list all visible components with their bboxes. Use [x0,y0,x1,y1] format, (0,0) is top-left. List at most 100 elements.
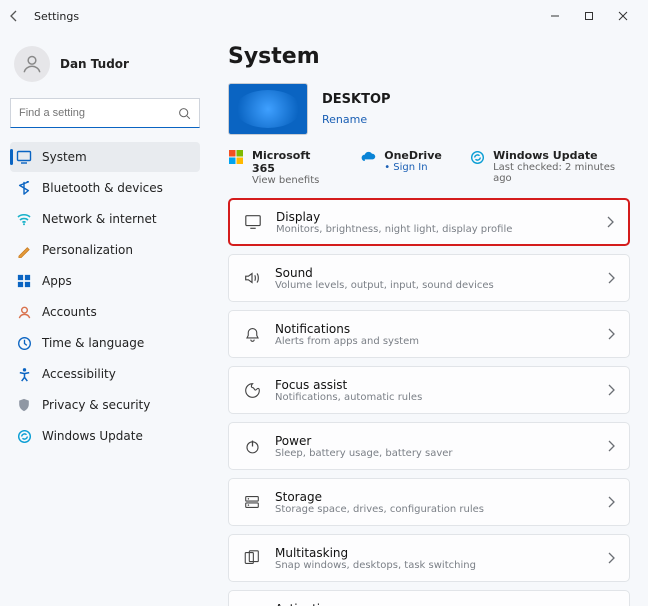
quick-sub: View benefits [252,175,332,186]
sidebar-item-privacy[interactable]: Privacy & security [10,390,200,420]
user-name: Dan Tudor [60,57,129,71]
quick-m365[interactable]: Microsoft 365View benefits [228,149,332,186]
search-icon [178,107,191,120]
settings-item-multitasking[interactable]: MultitaskingSnap windows, desktops, task… [228,534,630,582]
titlebar: Settings [0,0,648,32]
quick-title: Microsoft 365 [252,149,332,175]
settings-item-sound[interactable]: SoundVolume levels, output, input, sound… [228,254,630,302]
item-title: Multitasking [275,546,593,560]
search-box[interactable] [10,98,200,128]
storage-icon [243,493,261,511]
quick-title: OneDrive [384,149,442,162]
chevron-right-icon [607,272,615,284]
focus-icon [243,381,261,399]
update-icon [470,149,485,165]
window-title: Settings [34,10,79,23]
settings-list: DisplayMonitors, brightness, night light… [228,198,630,606]
sidebar-item-apps[interactable]: Apps [10,266,200,296]
sidebar-item-label: System [42,150,87,164]
sidebar-item-update[interactable]: Windows Update [10,421,200,451]
chevron-right-icon [607,384,615,396]
sidebar-item-accounts[interactable]: Accounts [10,297,200,327]
item-desc: Volume levels, output, input, sound devi… [275,280,593,291]
privacy-icon [16,397,32,413]
back-button[interactable] [8,10,34,22]
sidebar-item-personalization[interactable]: Personalization [10,235,200,265]
sidebar-item-label: Time & language [42,336,144,350]
sound-icon [243,269,261,287]
bluetooth-icon [16,180,32,196]
item-title: Notifications [275,322,593,336]
display-icon [244,213,262,231]
personalization-icon [16,242,32,258]
item-title: Display [276,210,592,224]
sidebar-item-label: Apps [42,274,72,288]
quick-update[interactable]: Windows UpdateLast checked: 2 minutes ag… [470,149,630,186]
page-title: System [228,44,630,69]
nav: System Bluetooth & devices Network & inter… [10,142,200,451]
settings-item-focus[interactable]: Focus assistNotifications, automatic rul… [228,366,630,414]
sidebar-item-network[interactable]: Network & internet [10,204,200,234]
sidebar: Dan Tudor System Bluetooth & devices Netwo… [0,32,210,606]
item-title: Storage [275,490,593,504]
device-name: DESKTOP [322,92,391,107]
chevron-right-icon [607,440,615,452]
sidebar-item-system[interactable]: System [10,142,200,172]
sidebar-item-time[interactable]: Time & language [10,328,200,358]
notifications-icon [243,325,261,343]
sidebar-item-label: Personalization [42,243,133,257]
user-block[interactable]: Dan Tudor [10,40,200,98]
device-hero: DESKTOP Rename [228,83,630,135]
network-icon [16,211,32,227]
item-title: Activation [275,602,593,606]
sidebar-item-label: Network & internet [42,212,157,226]
settings-item-power[interactable]: PowerSleep, battery usage, battery saver [228,422,630,470]
quick-row: Microsoft 365View benefits OneDrive• Sign… [228,149,630,186]
sidebar-item-label: Accessibility [42,367,116,381]
avatar [14,46,50,82]
chevron-right-icon [606,216,614,228]
sidebar-item-label: Privacy & security [42,398,150,412]
m365-icon [228,149,244,165]
sidebar-item-label: Accounts [42,305,97,319]
chevron-right-icon [607,496,615,508]
item-title: Power [275,434,593,448]
time-icon [16,335,32,351]
sidebar-item-label: Bluetooth & devices [42,181,163,195]
accounts-icon [16,304,32,320]
quick-sub[interactable]: • Sign In [384,162,442,173]
item-desc: Sleep, battery usage, battery saver [275,448,593,459]
item-desc: Storage space, drives, configuration rul… [275,504,593,515]
desktop-thumbnail[interactable] [228,83,308,135]
sidebar-item-bluetooth[interactable]: Bluetooth & devices [10,173,200,203]
item-desc: Snap windows, desktops, task switching [275,560,593,571]
chevron-right-icon [607,328,615,340]
multitasking-icon [243,549,261,567]
quick-sub: Last checked: 2 minutes ago [493,162,630,184]
maximize-button[interactable] [572,2,606,30]
quick-onedrive[interactable]: OneDrive• Sign In [360,149,442,186]
item-desc: Monitors, brightness, night light, displ… [276,224,592,235]
settings-item-display[interactable]: DisplayMonitors, brightness, night light… [228,198,630,246]
item-title: Sound [275,266,593,280]
main: System DESKTOP Rename Microsoft 365View … [210,32,648,606]
search-input[interactable] [19,107,178,119]
close-button[interactable] [606,2,640,30]
sidebar-item-label: Windows Update [42,429,143,443]
settings-item-notifications[interactable]: NotificationsAlerts from apps and system [228,310,630,358]
power-icon [243,437,261,455]
apps-icon [16,273,32,289]
update-icon [16,428,32,444]
item-desc: Notifications, automatic rules [275,392,593,403]
quick-title: Windows Update [493,149,630,162]
settings-item-storage[interactable]: StorageStorage space, drives, configurat… [228,478,630,526]
item-desc: Alerts from apps and system [275,336,593,347]
item-title: Focus assist [275,378,593,392]
settings-item-activation[interactable]: ActivationActivation state, subscription… [228,590,630,606]
minimize-button[interactable] [538,2,572,30]
onedrive-icon [360,149,376,165]
accessibility-icon [16,366,32,382]
rename-link[interactable]: Rename [322,113,367,126]
sidebar-item-accessibility[interactable]: Accessibility [10,359,200,389]
system-icon [16,149,32,165]
